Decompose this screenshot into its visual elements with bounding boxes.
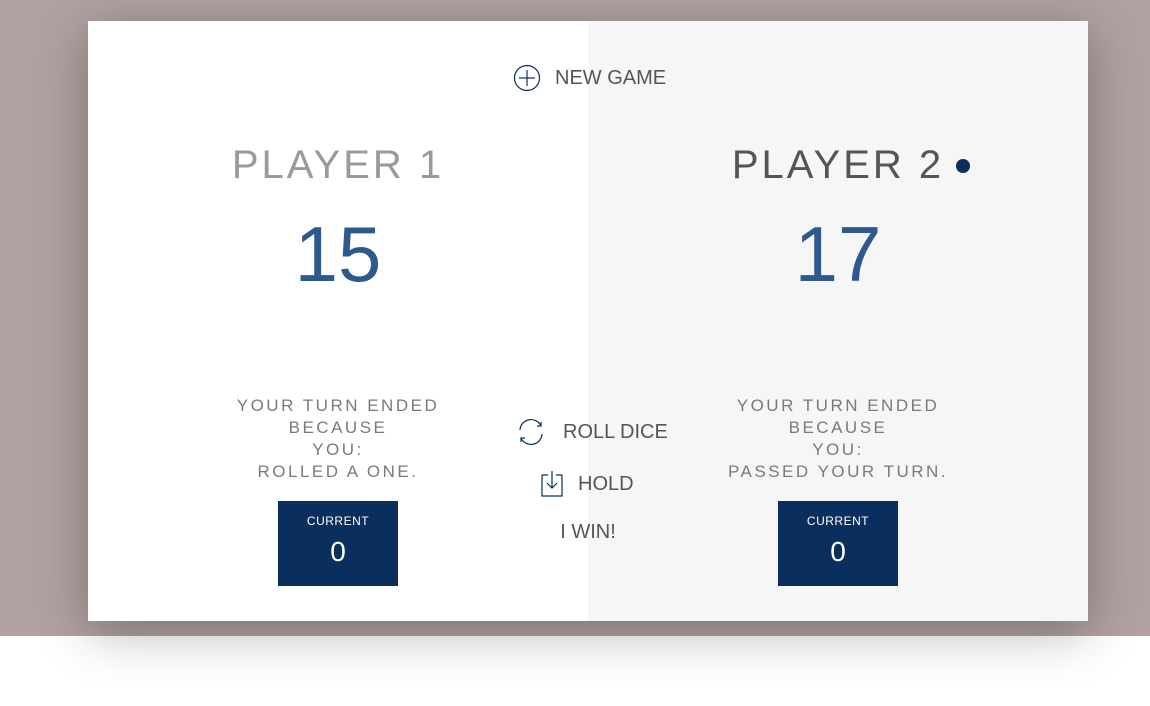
game-board: PLAYER 1 15 YOUR TURN ENDED BECAUSE YOU:… (88, 21, 1088, 621)
player-1-status-line: ROLLED A ONE. (257, 462, 419, 481)
player-2-status-line: PASSED YOUR TURN. (727, 462, 949, 481)
player-1-current-box: CURRENT 0 (278, 501, 398, 586)
player-1-status-line: YOU: (312, 440, 364, 459)
player-1-current-label: CURRENT (306, 514, 370, 528)
player-2-current-score: 0 (830, 536, 846, 567)
hold-label: HOLD (578, 472, 634, 495)
roll-dice-label: ROLL DICE (563, 420, 668, 443)
refresh-icon (515, 417, 547, 447)
player-2-status-line: YOUR TURN ENDED BECAUSE (736, 396, 940, 437)
new-game-label: NEW GAME (555, 66, 667, 89)
player-1-status-message: YOUR TURN ENDED BECAUSE YOU: ROLLED A ON… (188, 395, 488, 483)
player-2-score: 17 (794, 210, 882, 298)
player-2-status-message: YOUR TURN ENDED BECAUSE YOU: PASSED YOUR… (688, 395, 988, 483)
roll-dice-button[interactable]: ROLL DICE (515, 417, 668, 447)
new-game-button[interactable]: NEW GAME (513, 64, 666, 92)
hold-button[interactable]: HOLD (540, 470, 634, 498)
plus-circle-icon (513, 64, 541, 92)
player-1-current-score: 0 (330, 536, 346, 567)
player-2-current-box: CURRENT 0 (778, 501, 898, 586)
active-player-dot-icon (956, 159, 970, 173)
player-2-name: PLAYER 2 (731, 143, 945, 187)
i-win-label: I WIN! (560, 521, 616, 543)
player-1-score: 15 (294, 210, 382, 298)
player-2-current-label: CURRENT (806, 514, 870, 528)
download-icon (540, 470, 564, 498)
player-1-status-line: YOUR TURN ENDED BECAUSE (236, 396, 440, 437)
i-win-button[interactable]: I WIN! (508, 521, 668, 544)
player-1-name: PLAYER 1 (231, 143, 445, 187)
player-2-status-line: YOU: (812, 440, 864, 459)
